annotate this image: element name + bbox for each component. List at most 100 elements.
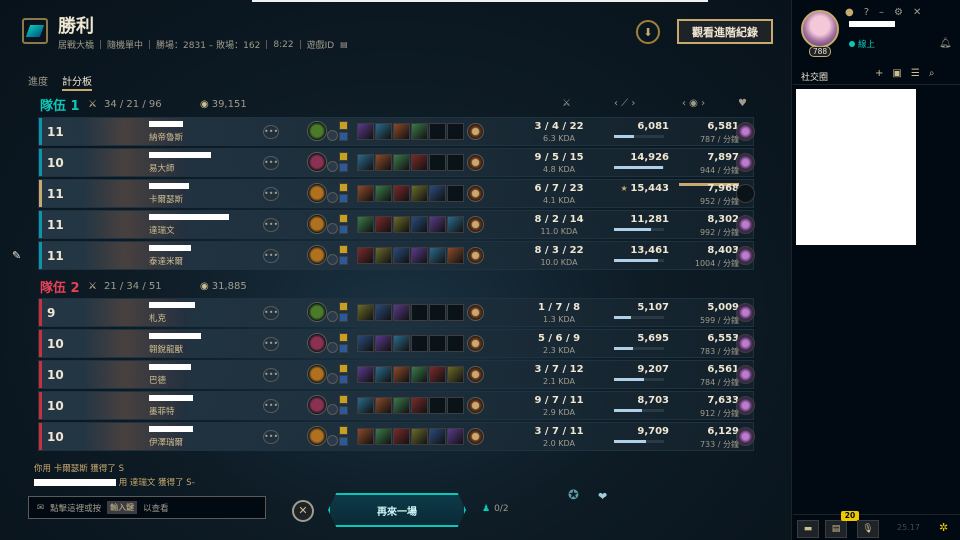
secondary-rune-icon[interactable] [327,161,338,172]
item-slot[interactable] [357,216,374,233]
item-slot[interactable] [357,185,374,202]
summoner-spell-icon[interactable] [339,375,348,384]
item-slot[interactable] [393,304,410,321]
trinket-icon[interactable] [467,397,484,414]
summoner-spell-icon[interactable] [339,302,348,311]
item-slot[interactable] [375,304,392,321]
trinket-icon[interactable] [467,366,484,383]
trinket-icon[interactable] [467,335,484,352]
summoner-spell-icon[interactable] [339,245,348,254]
tab-progress[interactable]: 進度 [28,73,48,91]
trinket-icon[interactable] [467,428,484,445]
player-row[interactable]: 10 易大師 ••• 9 / 5 / 15 4.8 KDA 14,926 7,8… [38,148,755,177]
trinket-icon[interactable] [467,304,484,321]
item-slot[interactable] [357,154,374,171]
honor-icon[interactable]: ✪ [568,488,586,506]
item-slot[interactable] [429,335,446,352]
trinket-icon[interactable] [467,123,484,140]
honor-player-button[interactable] [736,246,755,265]
item-slot[interactable] [357,397,374,414]
item-slot[interactable] [393,397,410,414]
play-again-button[interactable]: 再來一場 [328,493,466,527]
summoner-spell-icon[interactable] [339,225,348,234]
item-slot[interactable] [411,247,428,264]
item-slot[interactable] [429,185,446,202]
more-options-button[interactable]: ••• [263,187,279,201]
more-options-button[interactable]: ••• [263,399,279,413]
advanced-details-button[interactable]: 觀看進階紀錄 [677,19,773,44]
item-slot[interactable] [411,397,428,414]
item-slot[interactable] [375,123,392,140]
search-icon[interactable]: ⌕ [929,68,935,79]
item-slot[interactable] [429,366,446,383]
item-slot[interactable] [447,335,464,352]
item-slot[interactable] [393,216,410,233]
item-slot[interactable] [447,397,464,414]
minimize-icon[interactable]: – [879,7,884,18]
player-row[interactable]: 10 巴德 ••• 3 / 7 / 12 2.1 KDA 9,207 6,561… [38,360,755,389]
item-slot[interactable] [447,154,464,171]
item-slot[interactable] [393,335,410,352]
item-slot[interactable] [375,216,392,233]
summoner-spell-icon[interactable] [339,214,348,223]
player-row[interactable]: 11 卡爾瑟斯 ••• 6 / 7 / 23 4.1 KDA ★ 15,443 … [38,179,755,208]
item-slot[interactable] [447,216,464,233]
item-slot[interactable] [429,428,446,445]
item-slot[interactable] [447,185,464,202]
secondary-rune-icon[interactable] [327,311,338,322]
secondary-rune-icon[interactable] [327,342,338,353]
player-row[interactable]: 11 達瑞文 ••• 8 / 2 / 14 11.0 KDA 11,281 8,… [38,210,755,239]
honor-player-button[interactable] [736,427,755,446]
copy-icon[interactable]: ▤ [340,40,348,49]
honor-player-button[interactable] [736,396,755,415]
game-id[interactable]: 遊戲ID [307,38,335,51]
summoner-spell-icon[interactable] [339,163,348,172]
summoner-spell-icon[interactable] [339,406,348,415]
more-options-button[interactable]: ••• [263,337,279,351]
summoner-spell-icon[interactable] [339,333,348,342]
keystone-rune-icon[interactable] [307,245,327,265]
item-slot[interactable] [411,366,428,383]
trinket-icon[interactable] [467,185,484,202]
more-options-button[interactable]: ••• [263,125,279,139]
more-options-button[interactable]: ••• [263,306,279,320]
honor-player-button[interactable] [736,215,755,234]
trinket-icon[interactable] [467,216,484,233]
summoner-spell-icon[interactable] [339,194,348,203]
heart-icon[interactable]: ❤ [598,490,607,503]
summoner-spell-icon[interactable] [339,152,348,161]
item-slot[interactable] [429,247,446,264]
online-status[interactable]: 線上 [849,38,875,50]
summoner-spell-icon[interactable] [339,437,348,446]
more-options-button[interactable]: ••• [263,430,279,444]
player-row[interactable]: 9 札克 ••• 1 / 7 / 8 1.3 KDA 5,107 5,009 5… [38,298,755,327]
download-icon[interactable]: ⬇ [636,20,660,44]
trinket-icon[interactable] [467,247,484,264]
item-slot[interactable] [411,216,428,233]
more-options-button[interactable]: ••• [263,249,279,263]
item-slot[interactable] [411,304,428,321]
list-icon[interactable]: ☰ [911,68,920,79]
item-slot[interactable] [393,247,410,264]
item-slot[interactable] [357,247,374,264]
voice-button[interactable]: 🎙︎ [857,520,879,538]
item-slot[interactable] [411,185,428,202]
avatar[interactable] [801,10,839,48]
keystone-rune-icon[interactable] [307,364,327,384]
summoner-spell-icon[interactable] [339,426,348,435]
keystone-rune-icon[interactable] [307,121,327,141]
chat-input[interactable]: ✉ 點擊這裡或按 輸入鍵 以查看 [28,496,266,519]
folder-icon[interactable]: ▣ [892,68,901,79]
item-slot[interactable] [411,123,428,140]
item-slot[interactable] [357,366,374,383]
secondary-rune-icon[interactable] [327,223,338,234]
item-slot[interactable] [393,428,410,445]
chat-button[interactable]: ▬ [797,520,819,538]
player-row[interactable]: 10 墨菲特 ••• 9 / 7 / 11 2.9 KDA 8,703 7,63… [38,391,755,420]
keystone-rune-icon[interactable] [307,395,327,415]
item-slot[interactable] [429,304,446,321]
honor-player-button[interactable] [736,184,755,203]
tab-scoreboard[interactable]: 計分板 [62,73,92,91]
item-slot[interactable] [375,428,392,445]
bug-report-icon[interactable]: ✲ [939,521,948,534]
